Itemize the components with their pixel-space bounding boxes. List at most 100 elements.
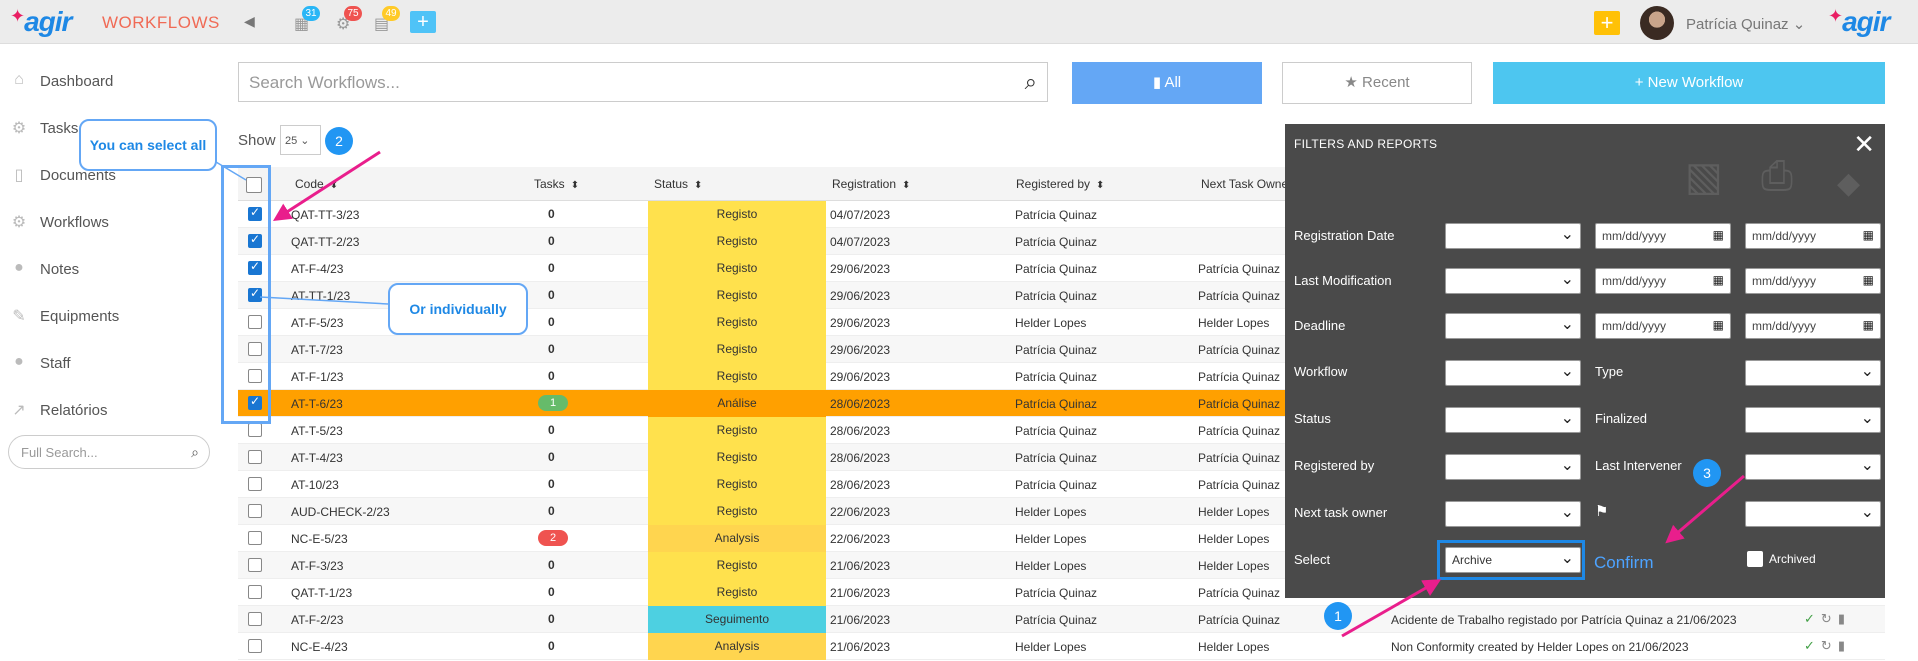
cell-registration: 21/06/2023: [830, 613, 891, 627]
cell-code[interactable]: AT-TT-1/23: [291, 289, 350, 303]
last-modification-select[interactable]: [1445, 268, 1581, 294]
page-size-select[interactable]: 25 ⌄: [280, 125, 321, 155]
row-checkbox[interactable]: [248, 585, 262, 599]
search-icon[interactable]: ⌕: [1025, 69, 1037, 95]
cell-code[interactable]: AUD-CHECK-2/23: [291, 505, 390, 519]
next-task-owner-select[interactable]: [1445, 501, 1581, 527]
cell-registration: 29/06/2023: [830, 370, 891, 384]
user-menu[interactable]: Patrícia Quinaz ⌄: [1686, 15, 1805, 33]
close-icon[interactable]: ✕: [1853, 129, 1875, 160]
col-next-task-owner[interactable]: Next Task Owne: [1201, 177, 1288, 191]
printer-icon[interactable]: ⎙: [1761, 154, 1793, 199]
sidebar-item-notes[interactable]: ● Notes: [8, 254, 79, 284]
cell-code[interactable]: NC-E-4/23: [291, 640, 348, 654]
sidebar-item-tasks[interactable]: ⚙ Tasks: [8, 113, 79, 143]
all-button[interactable]: ▮ All: [1072, 62, 1262, 104]
cell-code[interactable]: AT-T-5/23: [291, 424, 343, 438]
document-icon[interactable]: ▤ 49: [374, 6, 400, 33]
row-checkbox[interactable]: [248, 477, 262, 491]
registration-date-select[interactable]: [1445, 223, 1581, 249]
cell-code[interactable]: AT-F-5/23: [291, 316, 343, 330]
status-badge: Registo: [648, 444, 826, 471]
row-actions[interactable]: ✓↻▮: [1804, 611, 1851, 627]
cell-tasks: 0: [548, 369, 555, 383]
chart-icon: ↗: [12, 402, 26, 419]
cell-code[interactable]: AT-10/23: [291, 478, 339, 492]
excel-icon[interactable]: ▧: [1685, 154, 1723, 200]
confirm-button[interactable]: Confirm: [1594, 553, 1654, 573]
deadline-from[interactable]: mm/dd/yyyy ▦: [1595, 313, 1731, 339]
cell-code[interactable]: AT-F-2/23: [291, 613, 343, 627]
workflow-select[interactable]: [1445, 360, 1581, 386]
row-checkbox[interactable]: [248, 612, 262, 626]
eraser-icon[interactable]: ◆: [1837, 166, 1860, 201]
cell-code[interactable]: AT-T-7/23: [291, 343, 343, 357]
last-modification-to[interactable]: mm/dd/yyyy ▦: [1745, 268, 1881, 294]
cell-code[interactable]: QAT-T-1/23: [291, 586, 352, 600]
row-actions[interactable]: ✓↻▮: [1804, 638, 1851, 654]
col-registered-by[interactable]: Registered by ⬍: [1016, 177, 1104, 191]
avatar[interactable]: [1640, 6, 1674, 40]
sidebar-item-equipments[interactable]: ✎ Equipments: [8, 301, 119, 331]
cell-code[interactable]: AT-T-4/23: [291, 451, 343, 465]
sidebar-item-staff[interactable]: ● Staff: [8, 348, 70, 378]
table-row[interactable]: NC-E-4/23 0 Analysis 21/06/2023 Helder Lopes…: [238, 633, 1885, 660]
cell-code[interactable]: AT-F-1/23: [291, 370, 343, 384]
finalized-select[interactable]: [1745, 407, 1881, 433]
file-icon: ▮: [1152, 74, 1165, 91]
quick-add-button[interactable]: +: [410, 11, 436, 33]
registration-date-from[interactable]: mm/dd/yyyy ▦: [1595, 223, 1731, 249]
status-badge: Registo: [648, 417, 826, 444]
col-code[interactable]: Code ⬍: [295, 177, 338, 191]
calendar-icon: ▦: [1712, 228, 1724, 242]
cell-next-owner: Helder Lopes: [1198, 532, 1270, 546]
collapse-arrow-icon[interactable]: ◀: [244, 13, 255, 30]
row-checkbox[interactable]: [248, 639, 262, 653]
gear-icon[interactable]: ⚙ 75: [336, 6, 362, 33]
new-workflow-button[interactable]: + New Workflow: [1493, 62, 1885, 104]
add-yellow-button[interactable]: +: [1594, 11, 1620, 35]
sidebar-item-workflows[interactable]: ⚙ Workflows: [8, 207, 109, 237]
top-bar: ✦agir WORKFLOWS ◀ ▦ 31 ⚙ 75 ▤ 49 + + Patríc…: [0, 0, 1918, 44]
row-checkbox[interactable]: [248, 450, 262, 464]
last-modification-from[interactable]: mm/dd/yyyy ▦: [1595, 268, 1731, 294]
col-tasks[interactable]: Tasks ⬍: [534, 177, 579, 191]
sidebar-item-dashboard[interactable]: ⌂ Dashboard: [8, 66, 113, 96]
cell-code[interactable]: QAT-TT-2/23: [291, 235, 359, 249]
deadline-to[interactable]: mm/dd/yyyy ▦: [1745, 313, 1881, 339]
cell-tasks: 0: [548, 234, 555, 248]
sidebar-item-relatorios[interactable]: ↗ Relatórios: [8, 395, 107, 425]
cell-registration: 04/07/2023: [830, 235, 891, 249]
cell-code[interactable]: NC-E-5/23: [291, 532, 348, 546]
label-type: Type: [1595, 364, 1624, 379]
row-checkbox[interactable]: [248, 531, 262, 545]
last-intervener-select[interactable]: [1745, 454, 1881, 480]
table-row[interactable]: AT-F-2/23 0 Seguimento 21/06/2023 Patrícia Q…: [238, 606, 1885, 633]
type-select[interactable]: [1745, 360, 1881, 386]
cell-code[interactable]: AT-T-6/23: [291, 397, 343, 411]
row-checkbox[interactable]: [248, 504, 262, 518]
archive-select[interactable]: Archive: [1445, 547, 1581, 573]
status-select[interactable]: [1445, 407, 1581, 433]
col-status[interactable]: Status ⬍: [654, 177, 702, 191]
col-registration[interactable]: Registration ⬍: [832, 177, 910, 191]
registered-by-select[interactable]: [1445, 454, 1581, 480]
cell-registration: 21/06/2023: [830, 586, 891, 600]
calendar-icon[interactable]: ▦ 31: [294, 6, 320, 33]
cell-code[interactable]: QAT-TT-3/23: [291, 208, 359, 222]
cell-tasks: 0: [548, 504, 555, 518]
row-checkbox[interactable]: [248, 558, 262, 572]
agir-logo[interactable]: ✦agir: [10, 6, 72, 38]
row-checkbox[interactable]: [248, 423, 262, 437]
registration-date-to[interactable]: mm/dd/yyyy ▦: [1745, 223, 1881, 249]
deadline-select[interactable]: [1445, 313, 1581, 339]
flag-select[interactable]: [1745, 501, 1881, 527]
cell-code[interactable]: AT-F-4/23: [291, 262, 343, 276]
search-workflows-input[interactable]: Search Workflows... ⌕: [238, 62, 1048, 102]
archived-checkbox[interactable]: [1747, 551, 1763, 567]
cell-code[interactable]: AT-F-3/23: [291, 559, 343, 573]
cell-registered-by: Patrícia Quinaz: [1015, 370, 1098, 384]
recent-button[interactable]: ★ Recent: [1282, 62, 1472, 104]
cell-registered-by: Patrícia Quinaz: [1015, 586, 1098, 600]
full-search-input[interactable]: Full Search... ⌕: [8, 435, 210, 469]
